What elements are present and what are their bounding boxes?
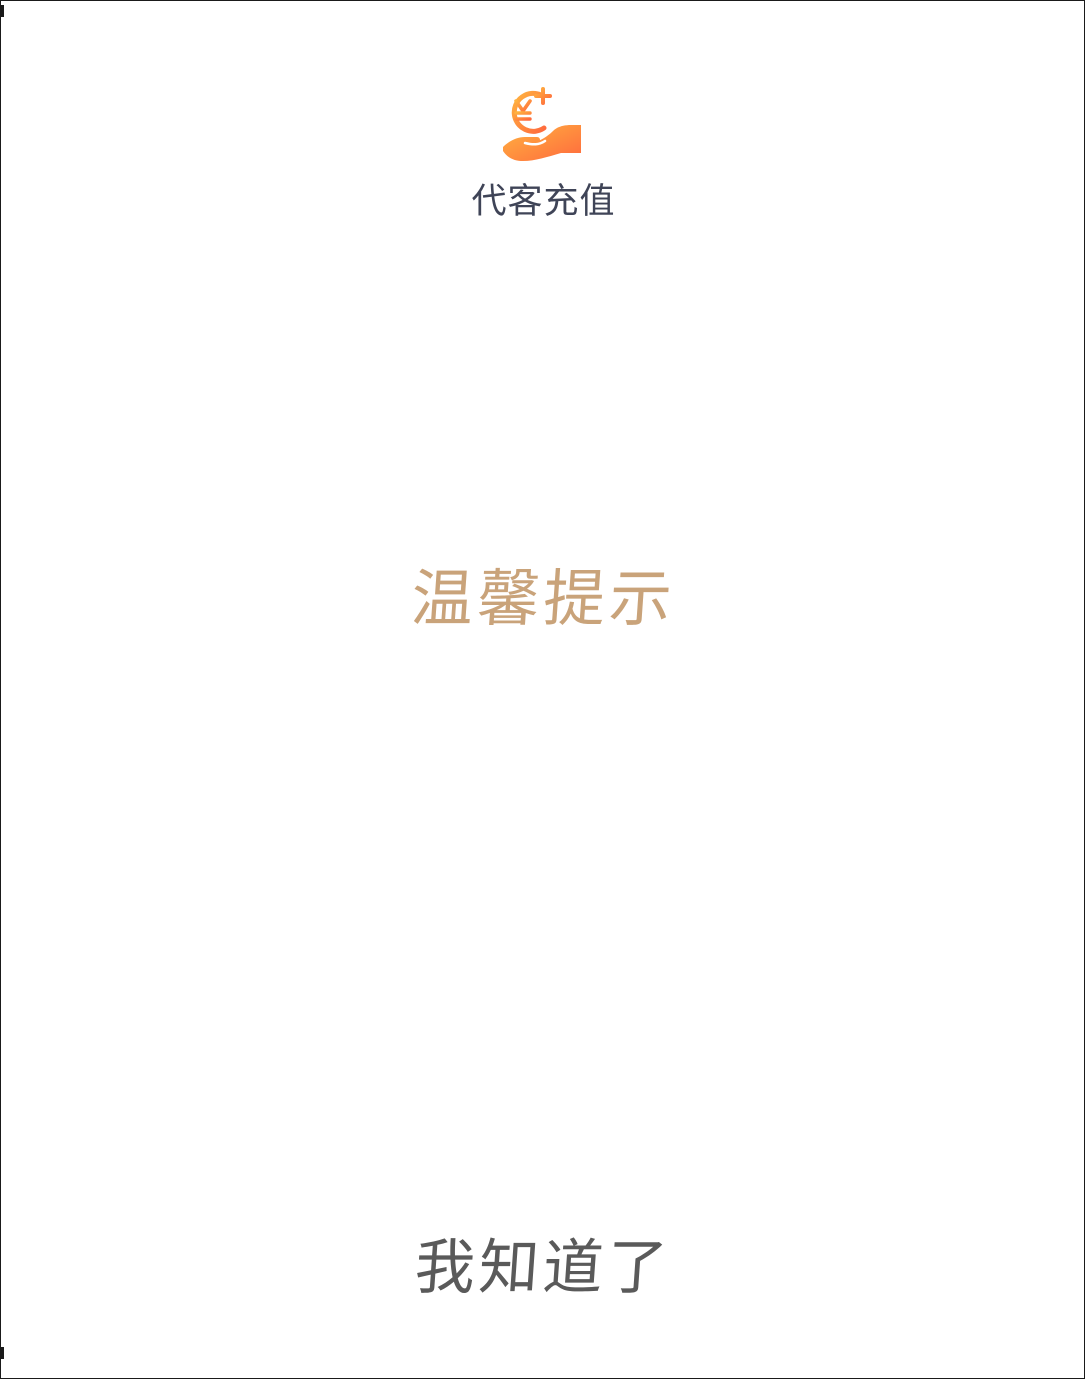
dialog-frame: 代客充值 温馨提示 我知道了 xyxy=(0,0,1085,1379)
frame-edge-mark-top xyxy=(1,5,4,17)
confirm-button[interactable]: 我知道了 xyxy=(390,1223,696,1313)
frame-edge-mark-bottom xyxy=(1,1347,4,1359)
yuan-coin-hand-icon xyxy=(499,85,585,165)
app-title: 代客充值 xyxy=(471,182,616,222)
notice-title: 温馨提示 xyxy=(408,562,679,635)
